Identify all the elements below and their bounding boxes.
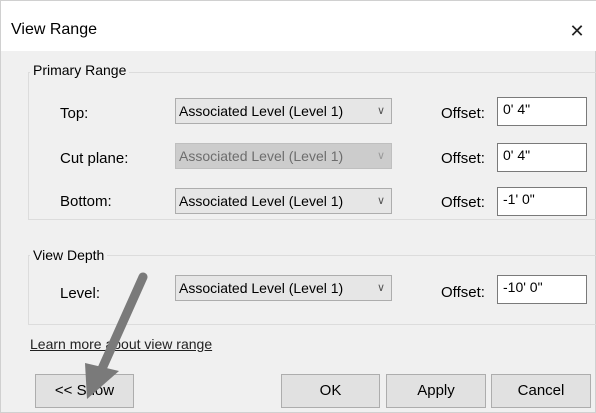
cut-plane-label: Cut plane: <box>60 150 129 167</box>
view-depth-offset-label: Offset: <box>441 284 485 301</box>
cut-plane-offset-label: Offset: <box>441 150 485 167</box>
learn-more-link[interactable]: Learn more about view range <box>30 336 212 352</box>
top-level-select[interactable]: Associated Level (Level 1) ∨ <box>175 98 392 124</box>
view-depth-level-select[interactable]: Associated Level (Level 1) ∨ <box>175 275 392 301</box>
ok-button[interactable]: OK <box>281 374 380 408</box>
bottom-offset-field[interactable]: -1' 0" <box>497 187 587 216</box>
close-button[interactable]: ✕ <box>557 13 596 49</box>
close-icon: ✕ <box>569 21 585 41</box>
chevron-down-icon: ∨ <box>376 282 385 294</box>
cancel-button[interactable]: Cancel <box>491 374 591 408</box>
bottom-level-select-value: Associated Level (Level 1) <box>179 193 344 209</box>
apply-button[interactable]: Apply <box>386 374 486 408</box>
bottom-offset-label: Offset: <box>441 194 485 211</box>
cut-plane-level-select: Associated Level (Level 1) ∨ <box>175 143 392 169</box>
primary-range-legend: Primary Range <box>30 62 130 78</box>
top-offset-label: Offset: <box>441 105 485 122</box>
bottom-label: Bottom: <box>60 193 112 210</box>
title-bar: View Range ✕ <box>1 1 596 51</box>
view-depth-offset-field[interactable]: -10' 0" <box>497 275 587 304</box>
show-button[interactable]: << Show <box>35 374 134 408</box>
level-label: Level: <box>60 285 101 302</box>
chevron-down-icon: ∨ <box>376 195 385 207</box>
view-range-dialog: View Range ✕ Primary Range Top: Associat… <box>0 0 596 413</box>
top-level-select-value: Associated Level (Level 1) <box>179 103 344 119</box>
cut-plane-level-select-value: Associated Level (Level 1) <box>179 148 344 164</box>
top-label: Top: <box>60 105 89 122</box>
chevron-down-icon: ∨ <box>376 105 385 117</box>
cut-plane-offset-field[interactable]: 0' 4" <box>497 143 587 172</box>
view-depth-legend: View Depth <box>30 247 108 263</box>
bottom-level-select[interactable]: Associated Level (Level 1) ∨ <box>175 188 392 214</box>
top-offset-field[interactable]: 0' 4" <box>497 97 587 126</box>
chevron-down-icon: ∨ <box>376 150 385 162</box>
view-depth-level-select-value: Associated Level (Level 1) <box>179 280 344 296</box>
dialog-title: View Range <box>11 21 97 38</box>
